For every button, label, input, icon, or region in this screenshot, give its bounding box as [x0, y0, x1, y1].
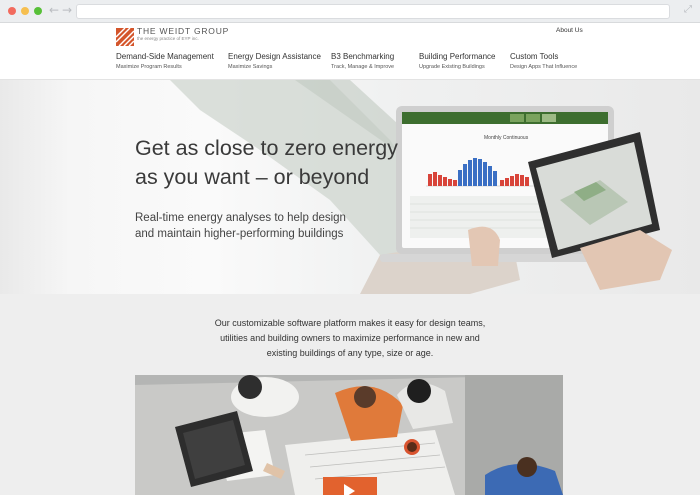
- site-header: THE WEIDT GROUP the energy practice of E…: [0, 23, 700, 80]
- minimize-window-button[interactable]: [21, 7, 29, 15]
- hero-subheadline-line: and maintain higher-performing buildings: [135, 228, 344, 240]
- nav-item-b3-benchmarking[interactable]: B3 Benchmarking Track, Manage & Improve: [331, 52, 394, 70]
- logo-name[interactable]: THE WEIDT GROUP: [137, 26, 229, 36]
- intro-section: Our customizable software platform makes…: [0, 294, 700, 495]
- hero-subheadline-line: Real-time energy analyses to help design: [135, 212, 346, 224]
- nav-item-title: Building Performance: [419, 52, 496, 61]
- nav-item-title: Energy Design Assistance: [228, 52, 321, 61]
- nav-item-title: Custom Tools: [510, 52, 559, 61]
- nav-item-subtitle: Maximize Savings: [228, 64, 273, 70]
- hero-banner: Monthly Continuous Get as close to zero …: [0, 80, 700, 294]
- laptop-chart-title: Monthly Continuous: [484, 135, 529, 141]
- nav-item-energy-design-assistance[interactable]: Energy Design Assistance Maximize Saving…: [228, 52, 321, 70]
- about-us-link[interactable]: About Us: [556, 27, 583, 34]
- nav-item-demand-side-management[interactable]: Demand-Side Management Maximize Program …: [116, 52, 214, 70]
- address-bar[interactable]: [76, 4, 670, 19]
- hero-subheadline: Real-time energy analyses to help design…: [135, 210, 395, 242]
- nav-item-subtitle: Track, Manage & Improve: [331, 64, 395, 70]
- forward-arrow-icon[interactable]: →: [62, 3, 72, 17]
- hero-headline-line: Get as close to zero energy: [135, 136, 398, 160]
- maximize-window-button[interactable]: [34, 7, 42, 15]
- hero-headline-line: as you want – or beyond: [135, 165, 370, 189]
- nav-item-building-performance[interactable]: Building Performance Upgrade Existing Bu…: [419, 52, 495, 70]
- hero-headline: Get as close to zero energy as you want …: [135, 134, 435, 192]
- nav-item-subtitle: Upgrade Existing Buildings: [419, 64, 485, 70]
- nav-item-subtitle: Design Apps That Influence: [510, 64, 578, 70]
- nav-item-title: Demand-Side Management: [116, 52, 214, 61]
- browser-toolbar: ← → ⤢: [0, 0, 700, 23]
- nav-item-title: B3 Benchmarking: [331, 52, 395, 61]
- logo-icon[interactable]: [116, 28, 134, 46]
- expand-icon[interactable]: ⤢: [684, 4, 692, 15]
- play-icon[interactable]: [323, 477, 377, 495]
- nav-item-custom-tools[interactable]: Custom Tools Design Apps That Influence: [510, 52, 577, 70]
- close-window-button[interactable]: [8, 7, 16, 15]
- nav-item-subtitle: Maximize Program Results: [116, 64, 182, 70]
- intro-text: Our customizable software platform makes…: [190, 316, 510, 361]
- logo-tagline: the energy practice of EYP inc.: [137, 36, 199, 41]
- intro-line: existing buildings of any type, size or …: [266, 348, 434, 358]
- intro-line: Our customizable software platform makes…: [214, 318, 486, 328]
- intro-line: utilities and building owners to maximiz…: [220, 333, 480, 343]
- video-player[interactable]: [135, 375, 563, 495]
- back-arrow-icon[interactable]: ←: [49, 3, 59, 17]
